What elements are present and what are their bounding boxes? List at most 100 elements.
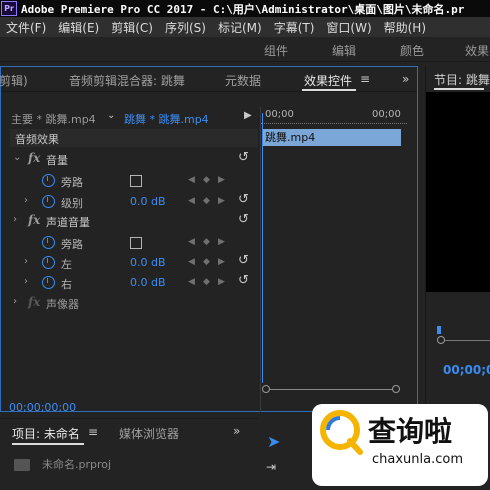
- prev-keyframe-icon[interactable]: ◀: [188, 175, 195, 185]
- menu-bar: 文件(F) 编辑(E) 剪辑(C) 序列(S) 标记(M) 字幕(T) 窗口(W…: [0, 17, 490, 37]
- play-icon[interactable]: ▶: [244, 110, 252, 121]
- effect-volume[interactable]: ⌄ fx 音量 ↺: [10, 150, 258, 170]
- add-keyframe-icon[interactable]: ◆: [203, 277, 210, 287]
- reset-icon[interactable]: ↺: [238, 273, 249, 288]
- timeline-start-time: 00;00: [265, 109, 294, 120]
- right-value[interactable]: 0.0 dB: [130, 276, 166, 289]
- project-panel: 项目: 未命名 ≡ 媒体浏览器 » 未命名.prproj: [0, 418, 258, 490]
- reset-icon[interactable]: ↺: [238, 253, 249, 268]
- stopwatch-icon[interactable]: [42, 256, 55, 269]
- timeline-clip[interactable]: 跳舞.mp4: [262, 129, 401, 146]
- left-label: 左: [61, 258, 72, 271]
- program-title[interactable]: 节目: 跳舞: [434, 71, 490, 88]
- program-video-screen: [426, 92, 490, 292]
- chevron-right-icon[interactable]: ›: [13, 214, 17, 225]
- clip-selector-row: 主要 * 跳舞.mp4 ⌄ 跳舞 * 跳舞.mp4 ▶: [11, 109, 259, 129]
- menu-help[interactable]: 帮助(H): [384, 19, 426, 36]
- add-keyframe-icon[interactable]: ◆: [203, 237, 210, 247]
- menu-title[interactable]: 字幕(T): [274, 19, 315, 36]
- tab-audio-clip-mixer[interactable]: 音频剪辑混合器: 跳舞: [69, 72, 185, 89]
- stopwatch-icon[interactable]: [42, 195, 55, 208]
- timeline-scrollbar[interactable]: [262, 385, 400, 397]
- sequence-clip-label[interactable]: 跳舞 * 跳舞.mp4: [124, 111, 209, 127]
- overflow-icon[interactable]: »: [402, 72, 409, 86]
- prev-keyframe-icon[interactable]: ◀: [188, 257, 195, 267]
- add-keyframe-icon[interactable]: ◆: [203, 175, 210, 185]
- tab-project[interactable]: 项目: 未命名: [12, 425, 80, 442]
- effect-panner[interactable]: › fx 声像器: [10, 294, 258, 314]
- add-keyframe-icon[interactable]: ◆: [203, 196, 210, 206]
- chevron-right-icon[interactable]: ›: [13, 296, 17, 307]
- chevron-down-icon[interactable]: ⌄: [13, 152, 21, 163]
- current-timecode[interactable]: 00;00;00;00: [9, 401, 76, 414]
- fx-icon[interactable]: fx: [28, 151, 40, 165]
- next-keyframe-icon[interactable]: ▶: [218, 257, 225, 267]
- property-bypass-2: 旁路 ◀ ◆ ▶: [10, 233, 258, 253]
- next-keyframe-icon[interactable]: ▶: [218, 196, 225, 206]
- stopwatch-icon[interactable]: [42, 174, 55, 187]
- project-file-name[interactable]: 未命名.prproj: [42, 456, 111, 472]
- tab-metadata[interactable]: 元数据: [225, 72, 261, 89]
- property-bypass: 旁路 ◀ ◆ ▶: [10, 171, 258, 191]
- next-keyframe-icon[interactable]: ▶: [218, 237, 225, 247]
- left-value[interactable]: 0.0 dB: [130, 256, 166, 269]
- tab-effect-controls[interactable]: 效果控件: [304, 72, 352, 89]
- effect-timeline[interactable]: 00;00 00;00: [260, 107, 407, 412]
- program-monitor: 节目: 跳舞 00;00;0: [425, 66, 490, 412]
- fx-icon[interactable]: fx: [28, 213, 40, 227]
- workspace-color[interactable]: 颜色: [400, 42, 424, 59]
- premiere-logo-icon: Pr: [1, 1, 17, 16]
- chevron-right-icon[interactable]: ›: [24, 195, 28, 206]
- chevron-right-icon[interactable]: ›: [24, 276, 28, 287]
- panel-menu-icon[interactable]: ≡: [88, 425, 98, 439]
- level-value[interactable]: 0.0 dB: [130, 195, 166, 208]
- property-right: › 右 0.0 dB ◀ ◆ ▶ ↺: [10, 273, 258, 293]
- master-clip-label[interactable]: 主要 * 跳舞.mp4: [11, 111, 96, 127]
- next-keyframe-icon[interactable]: ▶: [218, 277, 225, 287]
- chevron-down-icon[interactable]: ⌄: [107, 110, 115, 121]
- scrub-handle[interactable]: [437, 336, 445, 344]
- program-timecode[interactable]: 00;00;0: [443, 363, 490, 377]
- menu-edit[interactable]: 编辑(E): [58, 19, 99, 36]
- panel-menu-icon[interactable]: ≡: [360, 72, 370, 86]
- title-bar: Pr Adobe Premiere Pro CC 2017 - C:\用户\Ad…: [0, 0, 490, 17]
- tab-source[interactable]: 剪辑): [0, 72, 28, 89]
- reset-icon[interactable]: ↺: [238, 212, 249, 227]
- workspace-editing[interactable]: 编辑: [332, 42, 356, 59]
- reset-icon[interactable]: ↺: [238, 192, 249, 207]
- workspace-effects[interactable]: 效果: [465, 42, 489, 59]
- reset-icon[interactable]: ↺: [238, 150, 249, 165]
- menu-sequence[interactable]: 序列(S): [165, 19, 206, 36]
- fx-icon[interactable]: fx: [28, 295, 40, 309]
- watermark-brand: 查询啦: [368, 415, 453, 448]
- overflow-icon[interactable]: »: [233, 424, 240, 438]
- menu-clip[interactable]: 剪辑(C): [111, 19, 153, 36]
- program-playhead[interactable]: [437, 326, 441, 334]
- scrollbar-handle-right[interactable]: [392, 385, 400, 393]
- menu-file[interactable]: 文件(F): [6, 19, 46, 36]
- add-keyframe-icon[interactable]: ◆: [203, 257, 210, 267]
- bypass-checkbox[interactable]: [130, 175, 142, 187]
- track-select-tool-icon[interactable]: ⇥: [266, 460, 276, 474]
- prev-keyframe-icon[interactable]: ◀: [188, 277, 195, 287]
- playhead[interactable]: [262, 113, 263, 383]
- bypass2-checkbox[interactable]: [130, 237, 142, 249]
- workspace-assembly[interactable]: 组件: [264, 42, 288, 59]
- audio-effects-header: 音频效果: [10, 129, 258, 147]
- project-file-icon: [14, 459, 30, 471]
- menu-marker[interactable]: 标记(M): [218, 19, 262, 36]
- property-left: › 左 0.0 dB ◀ ◆ ▶ ↺: [10, 253, 258, 273]
- effect-channel-volume[interactable]: › fx 声道音量 ↺: [10, 212, 258, 232]
- stopwatch-icon[interactable]: [42, 236, 55, 249]
- stopwatch-icon[interactable]: [42, 276, 55, 289]
- selection-tool-icon[interactable]: ➤: [267, 432, 280, 451]
- watermark: 查询啦 chaxunla.com: [310, 400, 490, 490]
- next-keyframe-icon[interactable]: ▶: [218, 175, 225, 185]
- scrollbar-handle-left[interactable]: [262, 385, 270, 393]
- menu-window[interactable]: 窗口(W): [326, 19, 371, 36]
- prev-keyframe-icon[interactable]: ◀: [188, 237, 195, 247]
- chevron-right-icon[interactable]: ›: [24, 256, 28, 267]
- active-tab-indicator: [302, 89, 356, 91]
- tab-media-browser[interactable]: 媒体浏览器: [119, 425, 179, 442]
- prev-keyframe-icon[interactable]: ◀: [188, 196, 195, 206]
